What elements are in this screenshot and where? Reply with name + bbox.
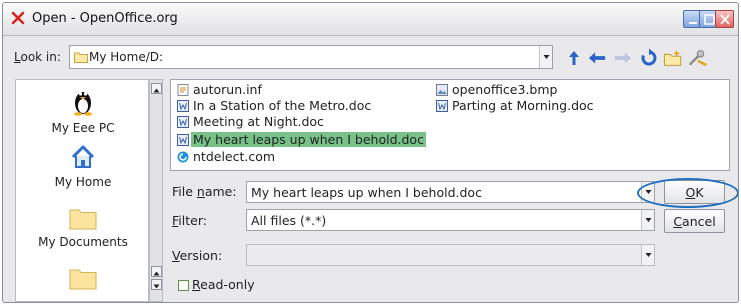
version-dropdown-arrow[interactable] <box>641 245 654 265</box>
filter-value: All files (*.*) <box>251 213 327 228</box>
tux-icon <box>74 92 92 116</box>
open-dialog-window: Open - OpenOffice.org Look in: My Home/D… <box>2 2 739 303</box>
filter-label: Filter: <box>172 213 207 228</box>
up-arrow-icon[interactable] <box>564 48 584 68</box>
places-scrollbar[interactable] <box>149 79 163 302</box>
back-arrow-icon[interactable] <box>587 48 607 68</box>
title-bar[interactable]: Open - OpenOffice.org <box>3 3 738 36</box>
window-title: Open - OpenOffice.org <box>32 11 178 26</box>
file-list[interactable]: autorun.inf In a Station of the Metro.do… <box>170 79 730 171</box>
look-in-dropdown-arrow[interactable] <box>539 46 552 68</box>
close-icon <box>720 14 730 25</box>
cancel-button[interactable]: Cancel <box>664 209 725 233</box>
home-icon <box>71 145 95 168</box>
chevron-down-icon <box>645 218 652 222</box>
place-my-documents[interactable]: My Documents <box>16 206 150 249</box>
place-folder[interactable] <box>16 266 150 295</box>
file-name-field[interactable]: My heart leaps up when I behold.doc <box>246 181 655 203</box>
scroll-down-button[interactable] <box>151 279 162 290</box>
version-label: Version: <box>172 248 223 263</box>
doc-file-icon <box>177 100 189 112</box>
look-in-row: Look in: My Home/D: <box>3 45 738 71</box>
chevron-down-icon <box>645 253 652 257</box>
scroll-up-button[interactable] <box>151 83 162 94</box>
file-name-value: My heart leaps up when I behold.doc <box>251 185 482 200</box>
folder-icon <box>69 269 97 290</box>
look-in-label: Look in: <box>14 50 61 64</box>
doc-file-icon <box>436 100 448 112</box>
place-label: My Documents <box>38 235 128 249</box>
doc-file-icon <box>177 116 189 128</box>
place-label: My Home <box>54 175 112 189</box>
refresh-icon[interactable] <box>639 48 659 68</box>
place-label: My Eee PC <box>51 121 115 135</box>
chevron-up-icon <box>153 88 160 93</box>
highlight-ring <box>637 178 738 208</box>
chevron-down-icon <box>543 55 550 59</box>
look-in-path: My Home/D: <box>89 50 164 64</box>
image-file-icon <box>436 84 448 96</box>
filter-select[interactable]: All files (*.*) <box>246 209 655 231</box>
place-my-home[interactable]: My Home <box>16 144 150 189</box>
options-icon[interactable] <box>688 48 708 68</box>
new-folder-icon[interactable] <box>663 48 683 68</box>
place-my-eee-pc[interactable]: My Eee PC <box>16 86 150 135</box>
look-in-combo[interactable]: My Home/D: <box>69 45 553 69</box>
doc-file-icon <box>177 134 189 146</box>
version-select[interactable] <box>246 244 655 266</box>
read-only-label[interactable]: Read-only <box>192 277 255 292</box>
text-file-icon <box>177 84 189 96</box>
folder-icon <box>74 52 88 63</box>
close-button[interactable] <box>715 10 734 28</box>
com-file-icon <box>177 151 189 163</box>
read-only-checkbox[interactable] <box>178 280 189 291</box>
chevron-down-icon <box>153 284 160 289</box>
scroll-up-button[interactable] <box>151 266 162 277</box>
places-panel: My Eee PC My Home My Documents <box>15 79 149 302</box>
folder-icon <box>69 209 97 230</box>
forward-arrow-icon[interactable] <box>613 48 633 68</box>
file-name-label: File name: <box>172 184 237 199</box>
filter-dropdown-arrow[interactable] <box>641 210 654 230</box>
openoffice-app-icon <box>11 11 25 25</box>
chevron-up-icon <box>153 271 160 276</box>
